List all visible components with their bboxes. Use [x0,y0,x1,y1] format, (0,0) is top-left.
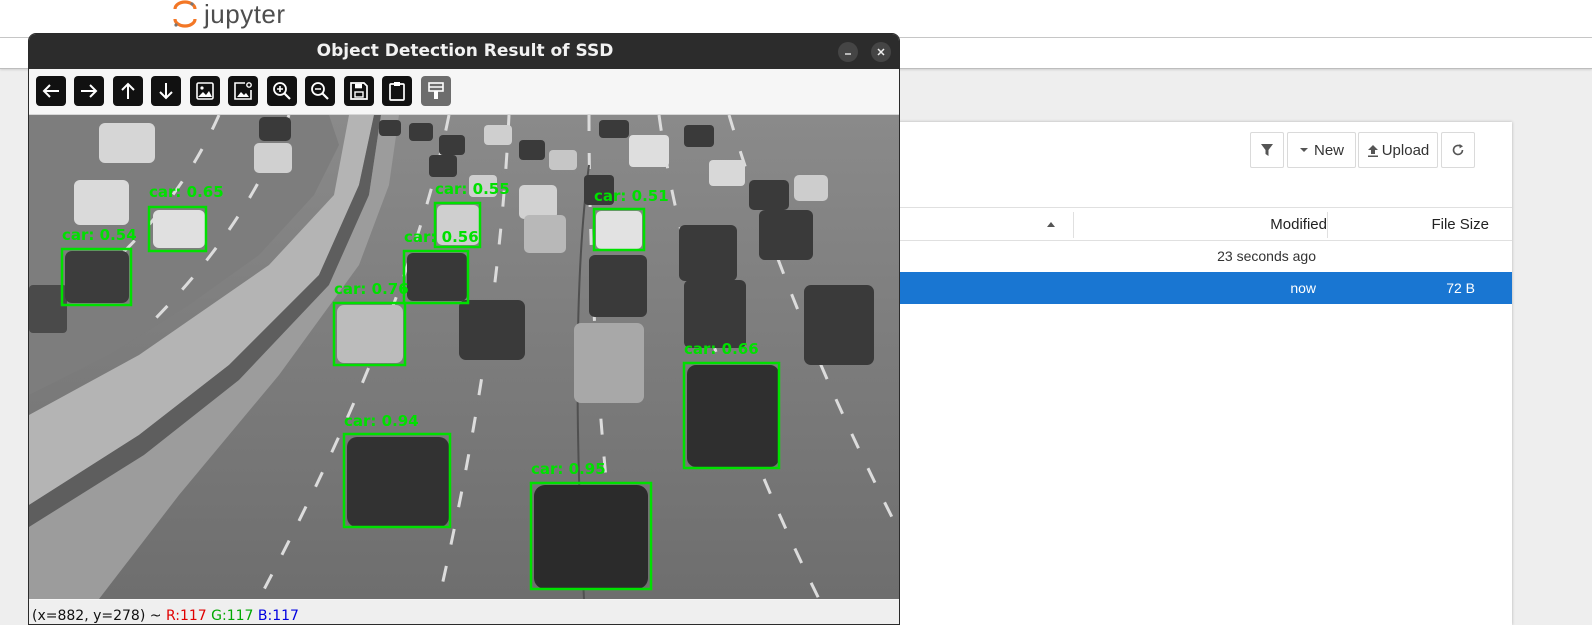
viewer-toolbar [29,69,899,115]
file-row-selected[interactable]: now 72 B [896,272,1512,304]
file-row[interactable]: 23 seconds ago [896,241,1512,273]
viewer-titlebar[interactable]: Object Detection Result of SSD [29,34,899,69]
file-modified: now [1290,280,1316,296]
close-button[interactable] [871,42,891,62]
save-icon [350,82,368,100]
jupyter-logo-text: jupyter [204,0,286,29]
detection-label: car: 0.51 [594,187,669,205]
arrow-down-icon [159,83,173,100]
refresh-button[interactable] [1441,132,1475,168]
properties-window-button[interactable] [421,76,451,106]
arrow-right-icon [81,84,98,98]
zoom-out-icon [311,82,329,100]
column-header-file-size[interactable]: File Size [1431,216,1489,233]
copy-to-clipboard-button[interactable] [382,76,412,106]
detection-label: car: 0.65 [149,183,224,201]
new-button-label: New [1313,141,1344,159]
minimize-button[interactable] [838,42,858,62]
zoom-in-icon [273,82,291,100]
pixel-info: (x=882, y=278) ~ R:117 G:117 B:117 [32,603,299,624]
detection-label: car: 0.66 [684,340,759,358]
file-modified: 23 seconds ago [1217,248,1316,264]
zoom-fit-button[interactable] [190,76,220,106]
arrow-up-icon [121,82,135,99]
image-viewer-window: Object Detection Result of SSD car: 0.65… [28,33,900,625]
red-value: R:117 [165,608,207,624]
minimize-icon [845,53,851,55]
jupyter-logo[interactable]: jupyter [172,0,286,29]
close-icon [877,48,885,56]
new-button[interactable]: New [1287,132,1356,168]
green-value: G:117 [211,608,254,624]
cursor-coordinates: (x=882, y=278) ~ [32,608,166,624]
filter-icon [1261,144,1273,156]
viewer-title: Object Detection Result of SSD [316,41,614,61]
pan-left-button[interactable] [36,76,66,106]
file-list-header: Modified File Size [896,207,1512,241]
sort-ascending-icon[interactable] [1046,221,1056,228]
pan-down-button[interactable] [151,76,181,106]
refresh-icon [1452,144,1464,156]
jupyter-logo-icon [173,0,197,28]
detection-image[interactable]: car: 0.65 car: 0.54 car: 0.55 car: 0.56 … [29,115,899,599]
zoom-out-button[interactable] [305,76,335,106]
arrow-left-icon [42,84,59,98]
filter-button[interactable] [1250,132,1284,168]
upload-button[interactable]: Upload [1358,132,1438,168]
brush-icon [428,82,444,99]
pan-right-button[interactable] [74,76,104,106]
column-separator[interactable] [1073,212,1074,238]
detection-label: car: 0.76 [334,280,409,298]
detection-label: car: 0.95 [531,460,606,478]
detection-label: car: 0.54 [62,226,137,244]
upload-button-label: Upload [1381,141,1430,159]
image-icon [196,82,214,100]
file-size: 72 B [1446,280,1475,296]
highway-scene: car: 0.65 car: 0.54 car: 0.55 car: 0.56 … [29,115,899,599]
image-settings-icon [234,82,252,100]
pan-up-button[interactable] [113,76,143,106]
viewer-statusbar: (x=882, y=278) ~ R:117 G:117 B:117 [29,600,899,624]
blue-value: B:117 [257,608,299,624]
zoom-in-button[interactable] [267,76,297,106]
upload-icon [1367,144,1378,157]
clipboard-icon [389,82,405,101]
column-header-modified[interactable]: Modified [1270,216,1327,233]
caret-down-icon [1299,148,1308,152]
column-separator[interactable] [1327,212,1328,238]
save-button[interactable] [344,76,374,106]
image-properties-button[interactable] [228,76,258,106]
detection-label: car: 0.94 [344,412,419,430]
detection-label: car: 0.55 [435,180,510,198]
file-browser-panel: New Upload Modified File Size 23 seconds… [896,122,1512,625]
detection-label: car: 0.56 [404,228,479,246]
